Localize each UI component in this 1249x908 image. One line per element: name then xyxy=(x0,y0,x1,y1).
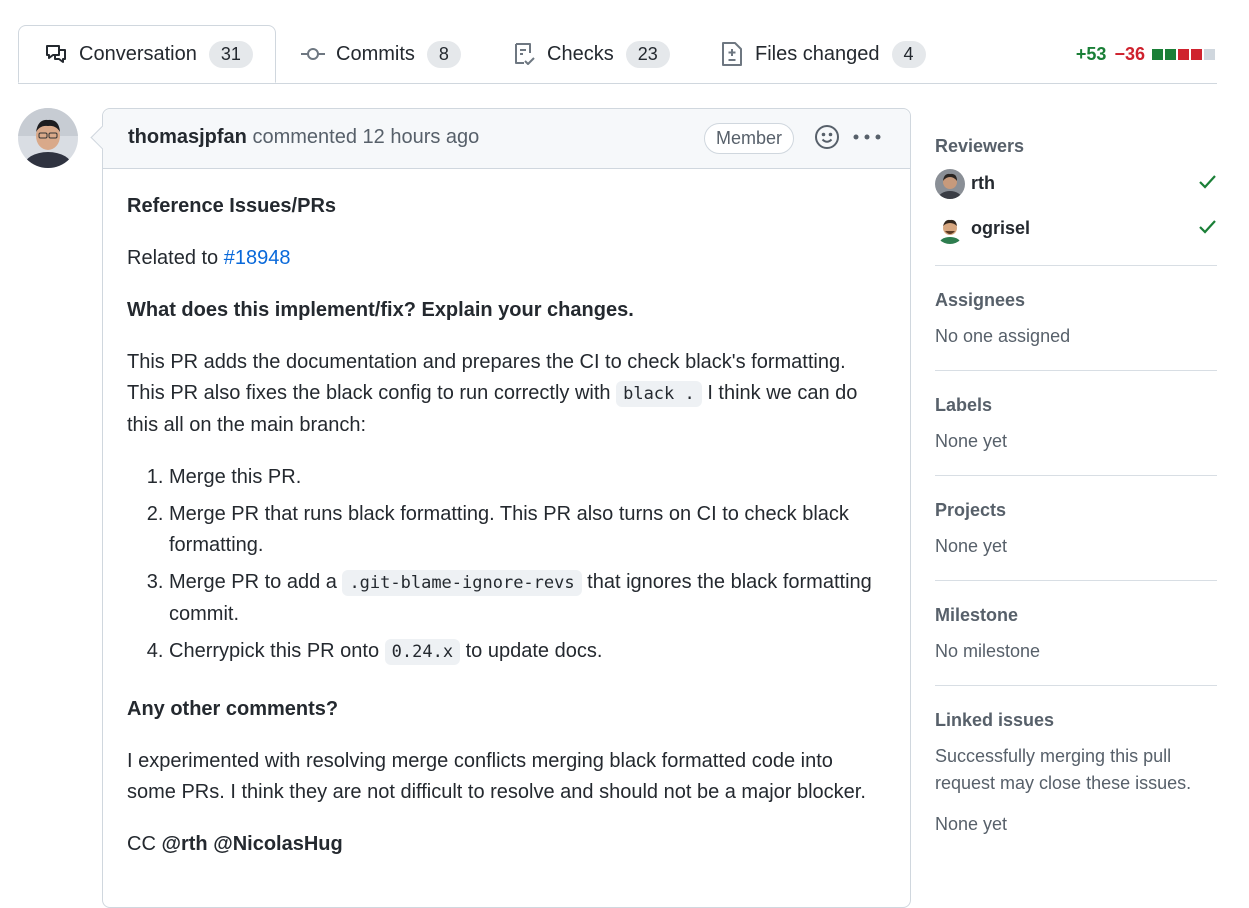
reviewer-avatar xyxy=(935,168,965,199)
git-commit-icon xyxy=(300,41,326,67)
tab-checks-label: Checks xyxy=(547,42,614,65)
add-reaction-button[interactable] xyxy=(814,124,840,150)
tab-files-changed[interactable]: Files changed 4 xyxy=(719,25,926,83)
tab-conversation-label: Conversation xyxy=(79,42,197,65)
steps-list: Merge this PR. Merge PR that runs black … xyxy=(127,462,886,668)
list-item: Merge PR that runs black formatting. Thi… xyxy=(169,499,886,561)
tab-conversation[interactable]: Conversation 31 xyxy=(18,25,276,83)
linked-issues-value: None yet xyxy=(935,814,1008,834)
mention-rth[interactable]: @rth xyxy=(161,833,207,855)
author-avatar[interactable] xyxy=(18,108,78,168)
list-item-text-b: to update docs. xyxy=(465,640,603,662)
heading-what-does-this-implement: What does this implement/fix? Explain yo… xyxy=(127,299,634,321)
smiley-icon xyxy=(815,125,839,149)
tab-files-changed-label: Files changed xyxy=(755,42,880,65)
related-paragraph: Related to #18948 xyxy=(127,243,886,274)
tab-files-changed-count: 4 xyxy=(891,40,926,68)
inline-code-black: black . xyxy=(616,381,702,407)
labels-title[interactable]: Labels xyxy=(935,395,1217,416)
pr-description-comment: thomasjpfan commented 12 hours ago Membe… xyxy=(102,108,911,908)
tab-commits-label: Commits xyxy=(336,42,415,65)
milestone-title[interactable]: Milestone xyxy=(935,605,1217,626)
issue-link[interactable]: #18948 xyxy=(224,247,291,269)
list-item-text-a: Cherrypick this PR onto xyxy=(169,640,380,662)
labels-value: None yet xyxy=(935,431,1008,451)
tab-conversation-count: 31 xyxy=(208,40,253,68)
projects-title[interactable]: Projects xyxy=(935,500,1217,521)
diffstat-block-added xyxy=(1165,49,1176,60)
kebab-horizontal-icon xyxy=(853,134,881,140)
comment-timestamp[interactable]: commented 12 hours ago xyxy=(252,126,479,148)
diffstat-additions: +53 xyxy=(1075,44,1107,64)
inline-code-version: 0.24.x xyxy=(384,639,461,665)
diffstat-blocks xyxy=(1152,49,1217,60)
comment-discussion-icon xyxy=(43,41,69,67)
mention-nicolashug[interactable]: @NicolasHug xyxy=(213,833,343,855)
reviewers-title[interactable]: Reviewers xyxy=(935,136,1217,157)
heading-reference-issues: Reference Issues/PRs xyxy=(127,195,337,217)
reviewer-name: rth xyxy=(971,173,995,193)
assignees-title[interactable]: Assignees xyxy=(935,290,1217,311)
list-item-text-a: Merge PR to add a xyxy=(169,571,337,593)
approved-check-icon xyxy=(1199,175,1216,189)
list-item: Merge this PR. xyxy=(169,462,886,493)
assignees-section: Assignees No one assigned xyxy=(935,266,1217,371)
file-diff-icon xyxy=(719,41,745,67)
diffstat-block-added xyxy=(1152,49,1163,60)
related-prefix: Related to xyxy=(127,247,219,269)
list-item: Cherrypick this PR onto 0.24.x to update… xyxy=(169,636,886,668)
heading-other-comments: Any other comments? xyxy=(127,698,339,720)
projects-value: None yet xyxy=(935,536,1008,556)
assignees-value: No one assigned xyxy=(935,326,1071,346)
milestone-value: No milestone xyxy=(935,641,1041,661)
diffstat-block-neutral xyxy=(1204,49,1215,60)
description-paragraph: This PR adds the documentation and prepa… xyxy=(127,347,886,441)
other-comments-paragraph: I experimented with resolving merge conf… xyxy=(127,750,866,803)
tab-checks-count: 23 xyxy=(625,40,670,68)
pr-tabs: Conversation 31 Commits 8 Checks 23 File… xyxy=(18,25,1217,84)
diffstat-block-deleted xyxy=(1178,49,1189,60)
list-item: Merge PR to add a .git-blame-ignore-revs… xyxy=(169,567,886,630)
cc-paragraph: CC @rth @NicolasHug xyxy=(127,829,886,860)
linked-issues-description: Successfully merging this pull request m… xyxy=(935,746,1192,793)
reviewer-item[interactable]: rth xyxy=(935,161,1217,206)
comment-body: Reference Issues/PRs Related to #18948 W… xyxy=(103,169,910,903)
linked-issues-title[interactable]: Linked issues xyxy=(935,710,1217,731)
cc-label: CC xyxy=(127,833,156,855)
projects-section: Projects None yet xyxy=(935,476,1217,581)
linked-issues-section: Linked issues Successfully merging this … xyxy=(935,686,1217,858)
milestone-section: Milestone No milestone xyxy=(935,581,1217,686)
member-badge: Member xyxy=(704,123,795,154)
comment-meta: thomasjpfan commented 12 hours ago xyxy=(128,126,479,149)
checklist-icon xyxy=(511,41,537,67)
reviewer-avatar xyxy=(935,213,965,244)
comment-header: thomasjpfan commented 12 hours ago Membe… xyxy=(103,109,910,169)
comment-options-button[interactable] xyxy=(851,124,883,150)
tab-commits[interactable]: Commits 8 xyxy=(300,25,461,83)
labels-section: Labels None yet xyxy=(935,371,1217,476)
comment-author-link[interactable]: thomasjpfan xyxy=(128,126,247,148)
reviewers-section: Reviewers rth ogrisel xyxy=(935,108,1217,266)
pr-sidebar: Reviewers rth ogrisel Assignees No one a… xyxy=(935,108,1217,858)
tab-commits-count: 8 xyxy=(426,40,461,68)
diffstat-deletions: −36 xyxy=(1114,44,1145,64)
reviewer-name: ogrisel xyxy=(971,218,1031,238)
diffstat: +53 −36 xyxy=(1076,44,1217,65)
inline-code-git-blame: .git-blame-ignore-revs xyxy=(342,570,582,596)
approved-check-icon xyxy=(1199,220,1216,234)
reviewer-item[interactable]: ogrisel xyxy=(935,206,1217,251)
diffstat-block-deleted xyxy=(1191,49,1202,60)
tab-checks[interactable]: Checks 23 xyxy=(511,25,670,83)
